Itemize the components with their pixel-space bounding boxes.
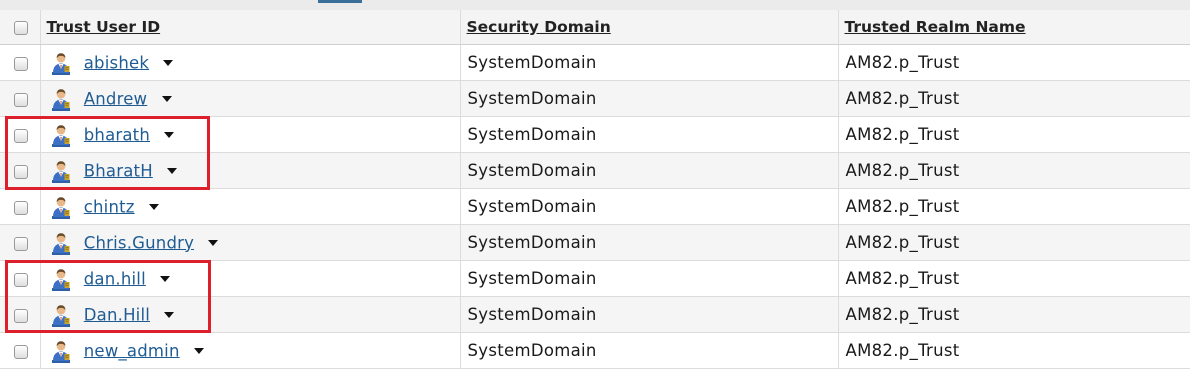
user-icon [51, 232, 70, 255]
user-icon [51, 196, 70, 219]
trust-user-cell: Chris.Gundry [40, 224, 461, 261]
table-row: Chris.Gundry SystemDomain AM82.p_Trust [0, 224, 1190, 261]
row-checkbox[interactable] [13, 92, 28, 107]
trusted-realm-cell: AM82.p_Trust [838, 188, 1190, 225]
row-checkbox[interactable] [13, 236, 28, 251]
column-header-trust-user-id[interactable]: Trust User ID [40, 10, 461, 45]
user-icon [51, 340, 70, 363]
column-header-security-domain[interactable]: Security Domain [460, 10, 839, 45]
table-row: chintz SystemDomain AM82.p_Trust [0, 188, 1190, 225]
security-domain-cell: SystemDomain [460, 116, 839, 153]
column-header-trusted-realm-name[interactable]: Trusted Realm Name [838, 10, 1190, 45]
security-domain-cell: SystemDomain [460, 80, 839, 117]
table-header-row: Trust User ID Security Domain Trusted Re… [0, 10, 1190, 45]
trust-user-cell: BharatH [40, 152, 461, 189]
select-all-checkbox[interactable] [13, 20, 28, 35]
security-domain-cell: SystemDomain [460, 332, 839, 369]
security-domain-cell: SystemDomain [460, 152, 839, 189]
trusted-realm-cell: AM82.p_Trust [838, 224, 1190, 261]
trust-user-cell: Andrew [40, 80, 461, 117]
dropdown-caret-icon[interactable] [193, 347, 204, 354]
row-checkbox[interactable] [13, 272, 28, 287]
trusted-realm-cell: AM82.p_Trust [838, 116, 1190, 153]
row-checkbox[interactable] [13, 164, 28, 179]
select-all-cell [0, 10, 41, 45]
row-checkbox[interactable] [13, 344, 28, 359]
user-icon [51, 160, 70, 183]
trust-user-link[interactable]: Chris.Gundry [84, 233, 194, 252]
dropdown-caret-icon[interactable] [161, 95, 172, 102]
row-checkbox[interactable] [13, 200, 28, 215]
row-select-cell [0, 332, 41, 369]
dropdown-caret-icon[interactable] [148, 203, 159, 210]
row-select-cell [0, 44, 41, 81]
security-domain-cell: SystemDomain [460, 44, 839, 81]
dropdown-caret-icon[interactable] [164, 131, 175, 138]
row-select-cell [0, 188, 41, 225]
trust-user-link[interactable]: new_admin [84, 341, 180, 360]
trust-user-link[interactable]: abishek [84, 53, 149, 72]
table-row: abishek SystemDomain AM82.p_Trust [0, 44, 1190, 81]
trust-user-cell: abishek [40, 44, 461, 81]
row-select-cell [0, 80, 41, 117]
trusted-realm-cell: AM82.p_Trust [838, 152, 1190, 189]
dropdown-caret-icon[interactable] [164, 311, 175, 318]
column-header-label[interactable]: Trusted Realm Name [839, 18, 1026, 36]
trust-user-cell: new_admin [40, 332, 461, 369]
row-checkbox[interactable] [13, 56, 28, 71]
table-row: bharath SystemDomain AM82.p_Trust [0, 116, 1190, 153]
toolbar-tab-indicator [318, 0, 362, 3]
trusted-realm-cell: AM82.p_Trust [838, 296, 1190, 333]
row-select-cell [0, 296, 41, 333]
row-select-cell [0, 116, 41, 153]
trusted-realm-cell: AM82.p_Trust [838, 44, 1190, 81]
dropdown-caret-icon[interactable] [163, 59, 174, 66]
row-select-cell [0, 224, 41, 261]
row-select-cell [0, 260, 41, 297]
row-checkbox[interactable] [13, 128, 28, 143]
trust-user-cell: chintz [40, 188, 461, 225]
security-domain-cell: SystemDomain [460, 188, 839, 225]
trust-user-link[interactable]: BharatH [84, 161, 153, 180]
security-domain-cell: SystemDomain [460, 224, 839, 261]
trust-user-cell: Dan.Hill [40, 296, 461, 333]
trust-users-table: Trust User ID Security Domain Trusted Re… [0, 10, 1190, 369]
trust-user-cell: bharath [40, 116, 461, 153]
trust-user-link[interactable]: chintz [84, 197, 135, 216]
dropdown-caret-icon[interactable] [160, 275, 171, 282]
user-icon [51, 52, 70, 75]
trust-user-cell: dan.hill [40, 260, 461, 297]
user-icon [51, 124, 70, 147]
security-domain-cell: SystemDomain [460, 260, 839, 297]
trusted-realm-cell: AM82.p_Trust [838, 260, 1190, 297]
column-header-label[interactable]: Security Domain [461, 18, 611, 36]
table-row: Dan.Hill SystemDomain AM82.p_Trust [0, 296, 1190, 333]
column-header-label[interactable]: Trust User ID [41, 18, 161, 36]
dropdown-caret-icon[interactable] [208, 239, 219, 246]
trust-user-link[interactable]: dan.hill [84, 269, 146, 288]
trusted-realm-cell: AM82.p_Trust [838, 332, 1190, 369]
row-select-cell [0, 152, 41, 189]
row-checkbox[interactable] [13, 308, 28, 323]
trusted-realm-cell: AM82.p_Trust [838, 80, 1190, 117]
trust-user-link[interactable]: Dan.Hill [84, 305, 150, 324]
user-icon [51, 88, 70, 111]
security-domain-cell: SystemDomain [460, 296, 839, 333]
user-icon [51, 268, 70, 291]
dropdown-caret-icon[interactable] [167, 167, 178, 174]
user-icon [51, 304, 70, 327]
table-row: Andrew SystemDomain AM82.p_Trust [0, 80, 1190, 117]
table-row: BharatH SystemDomain AM82.p_Trust [0, 152, 1190, 189]
table-row: dan.hill SystemDomain AM82.p_Trust [0, 260, 1190, 297]
trust-user-link[interactable]: bharath [84, 125, 150, 144]
trust-user-link[interactable]: Andrew [84, 89, 148, 108]
table-row: new_admin SystemDomain AM82.p_Trust [0, 332, 1190, 369]
